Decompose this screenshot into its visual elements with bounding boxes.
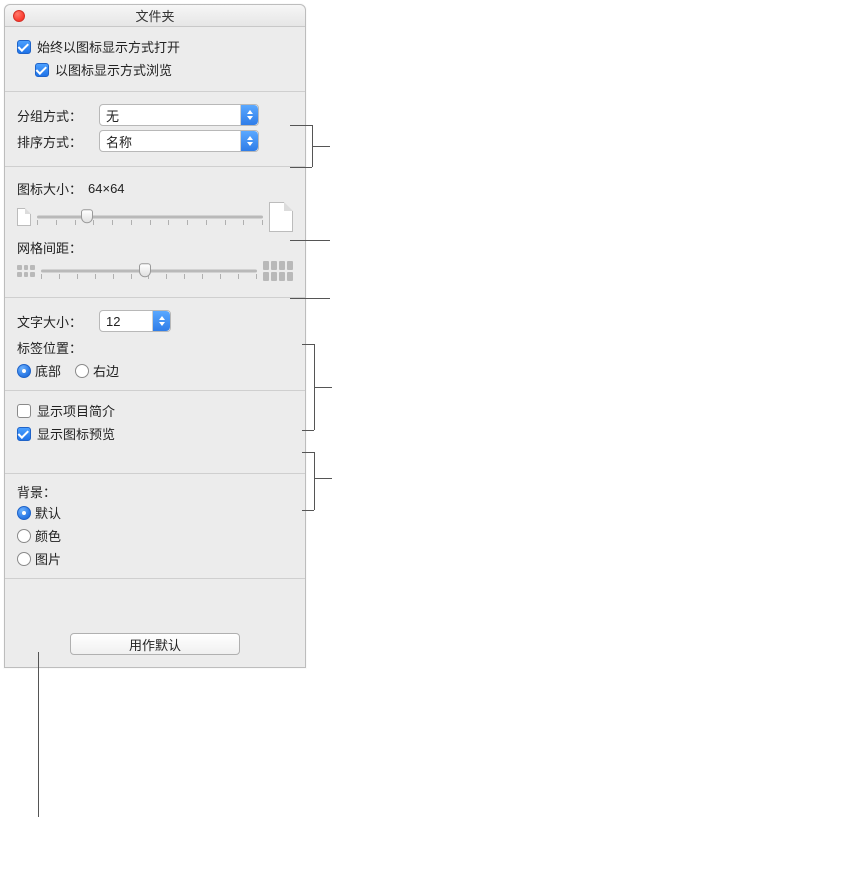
icon-size-slider[interactable] [37,208,263,226]
background-picture-label: 图片 [35,549,61,568]
radio-icon [17,506,31,520]
titlebar: 文件夹 [5,5,305,27]
section-open-options: 始终以图标显示方式打开 以图标显示方式浏览 [5,27,305,92]
slider-thumb[interactable] [81,209,93,223]
slider-thumb[interactable] [139,263,151,277]
label-position-bottom-label: 底部 [35,361,61,380]
checkbox-icon [17,427,31,441]
checkbox-icon [35,63,49,77]
label-position-bottom-radio[interactable]: 底部 [17,361,61,380]
tight-grid-icon [17,265,35,277]
radio-icon [17,529,31,543]
chevron-updown-icon [240,131,258,151]
show-icon-preview-label: 显示图标预览 [37,424,115,443]
text-size-value: 12 [106,314,120,329]
section-sizes: 图标大小： 64×64 网格间距： [5,167,305,298]
label-position-right-radio[interactable]: 右边 [75,361,119,380]
background-picture-radio[interactable]: 图片 [17,549,293,568]
sort-by-select[interactable]: 名称 [99,130,259,152]
chevron-updown-icon [240,105,258,125]
show-item-info-label: 显示项目简介 [37,401,115,420]
chevron-updown-icon [152,311,170,331]
background-group-label: 背景： [17,482,293,501]
always-open-label: 始终以图标显示方式打开 [37,37,180,56]
text-size-label: 文字大小： [17,312,91,331]
radio-icon [17,364,31,378]
show-item-info-checkbox[interactable]: 显示项目简介 [17,399,293,422]
text-size-select[interactable]: 12 [99,310,171,332]
grid-spacing-slider[interactable] [41,262,257,280]
section-show: 显示项目简介 显示图标预览 [5,391,305,474]
section-sort: 分组方式： 无 排序方式： 名称 [5,92,305,167]
window-title: 文件夹 [5,6,305,25]
sort-by-label: 排序方式： [17,132,91,151]
background-default-label: 默认 [35,503,61,522]
radio-icon [75,364,89,378]
group-by-value: 无 [106,106,119,125]
background-color-radio[interactable]: 颜色 [17,526,293,545]
view-options-window: 文件夹 始终以图标显示方式打开 以图标显示方式浏览 分组方式： 无 排序方式： … [4,4,306,668]
checkbox-icon [17,404,31,418]
label-position-right-label: 右边 [93,361,119,380]
use-as-defaults-label: 用作默认 [129,635,181,654]
use-as-defaults-button[interactable]: 用作默认 [70,633,240,655]
icon-size-label: 图标大小： [17,179,82,198]
sort-by-value: 名称 [106,132,132,151]
icon-size-value: 64×64 [88,181,125,196]
wide-grid-icon [263,261,293,281]
show-icon-preview-checkbox[interactable]: 显示图标预览 [17,422,293,445]
section-background: 背景： 默认 颜色 图片 [5,474,305,579]
checkbox-icon [17,40,31,54]
browse-in-icon-view-checkbox[interactable]: 以图标显示方式浏览 [35,58,293,81]
label-position-group-label: 标签位置： [17,338,293,357]
small-document-icon [17,208,31,226]
group-by-label: 分组方式： [17,106,91,125]
group-by-select[interactable]: 无 [99,104,259,126]
always-open-in-icon-view-checkbox[interactable]: 始终以图标显示方式打开 [17,35,293,58]
section-text: 文字大小： 12 标签位置： 底部 右边 [5,298,305,391]
browse-label: 以图标显示方式浏览 [55,60,172,79]
footer: 用作默认 [5,579,305,667]
radio-icon [17,552,31,566]
background-default-radio[interactable]: 默认 [17,503,293,522]
large-document-icon [269,202,293,232]
background-color-label: 颜色 [35,526,61,545]
grid-spacing-label: 网格间距： [17,238,82,257]
